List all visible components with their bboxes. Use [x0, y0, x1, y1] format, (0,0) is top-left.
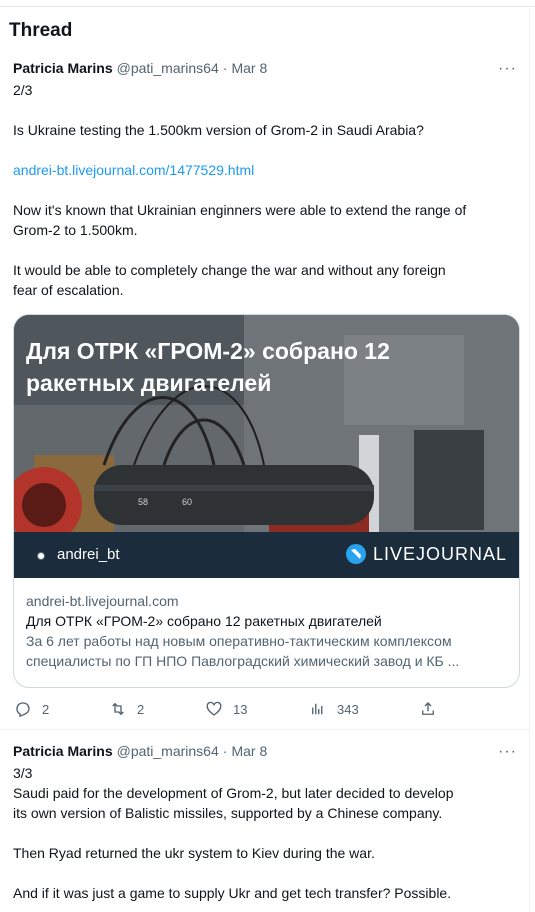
tweet-line: fear of escalation.	[13, 282, 124, 298]
tweet-line: And if it was just a game to supply Ukr …	[13, 885, 452, 901]
card-brand-user: andrei_bt	[57, 546, 120, 563]
views-count: 343	[337, 701, 359, 717]
tweet-link[interactable]: andrei-bt.livejournal.com/1477529.html	[13, 160, 519, 180]
card-description-line: специалисты по ГП НПО Павлоградский хими…	[26, 653, 460, 669]
tweet-line: 3/3	[13, 765, 33, 781]
tweet-line: Now it's known that Ukrainian enginners …	[13, 202, 467, 218]
header-separator: ·	[222, 60, 228, 76]
views-button[interactable]: 343	[309, 700, 359, 718]
card-brand-bar: andrei_bt LIVEJOURNAL	[14, 532, 519, 578]
reply-icon	[16, 702, 30, 718]
like-icon	[206, 701, 222, 716]
tweet-date[interactable]: Mar 8	[231, 743, 267, 759]
tweet-3-of-3: Patricia Marins @pati_marins64 · Mar 8 ·…	[13, 743, 519, 903]
more-icon[interactable]: ···	[498, 60, 517, 78]
more-icon[interactable]: ···	[498, 743, 517, 761]
card-meta: andrei-bt.livejournal.com Для ОТРК «ГРОМ…	[26, 591, 506, 671]
card-title: Для ОТРК «ГРОМ-2» собрано 12 ракетных дв…	[26, 613, 382, 629]
tweet-line: Grom-2 to 1.500km.	[13, 222, 138, 238]
like-button[interactable]: 13	[205, 700, 247, 718]
tweet-line: Is Ukraine testing the 1.500km version o…	[13, 122, 424, 138]
card-domain: andrei-bt.livejournal.com	[26, 593, 179, 609]
tweet-header: Patricia Marins @pati_marins64 · Mar 8	[13, 743, 519, 763]
tweet-line: Saudi paid for the development of Grom-2…	[13, 785, 454, 801]
tweet-divider	[0, 729, 529, 730]
card-brand-logo: LIVEJOURNAL	[345, 543, 507, 565]
views-icon	[312, 703, 323, 715]
retweet-icon	[112, 702, 124, 716]
header-separator: ·	[222, 743, 228, 759]
user-icon	[37, 552, 45, 560]
tweet-line: It would be able to completely change th…	[13, 262, 446, 278]
link-preview-card[interactable]: 58 60 Для ОТРК «ГРОМ-2» собрано 12 ракет…	[13, 314, 520, 688]
tweet-line: Then Ryad returned the ukr system to Kie…	[13, 845, 375, 861]
tweet-actions: 2 2 13 343	[14, 700, 514, 720]
share-button[interactable]	[419, 700, 437, 718]
tweet-line: 2/3	[13, 82, 33, 98]
column-border	[529, 6, 530, 912]
reply-button[interactable]: 2	[14, 700, 49, 718]
tweet-text: 3/3 Saudi paid for the development of Gr…	[13, 763, 519, 903]
window-top-border	[0, 0, 535, 7]
tweet-line: its own version of Balistic missiles, su…	[13, 805, 443, 821]
share-icon	[422, 702, 434, 715]
page-title: Thread	[9, 20, 73, 41]
author-handle[interactable]: @pati_marins64	[117, 60, 219, 76]
card-description-line: За 6 лет работы над новым оперативно-так…	[26, 633, 452, 649]
livejournal-logo-icon	[345, 544, 366, 564]
reply-count: 2	[42, 701, 50, 717]
card-headline: Для ОТРК «ГРОМ-2» собрано 12 ракетных дв…	[26, 335, 496, 399]
author-name[interactable]: Patricia Marins	[13, 743, 113, 759]
tweet-date[interactable]: Mar 8	[231, 60, 267, 76]
stencil-58: 58	[138, 497, 148, 507]
author-name[interactable]: Patricia Marins	[13, 60, 113, 76]
card-brand-name: LIVEJOURNAL	[372, 543, 507, 564]
card-image[interactable]: 58 60 Для ОТРК «ГРОМ-2» собрано 12 ракет…	[14, 315, 519, 578]
card-headline-line: ракетных двигателей	[26, 370, 272, 396]
author-handle[interactable]: @pati_marins64	[117, 743, 219, 759]
retweet-button[interactable]: 2	[109, 700, 144, 718]
tweet-header: Patricia Marins @pati_marins64 · Mar 8	[13, 60, 519, 80]
retweet-count: 2	[137, 701, 145, 717]
card-headline-line: Для ОТРК «ГРОМ-2» собрано 12	[26, 338, 390, 364]
like-count: 13	[233, 701, 248, 717]
tweet-text: 2/3 Is Ukraine testing the 1.500km versi…	[13, 80, 519, 300]
tweet-2-of-3: Patricia Marins @pati_marins64 · Mar 8 ·…	[13, 60, 519, 300]
stencil-60: 60	[182, 497, 192, 507]
